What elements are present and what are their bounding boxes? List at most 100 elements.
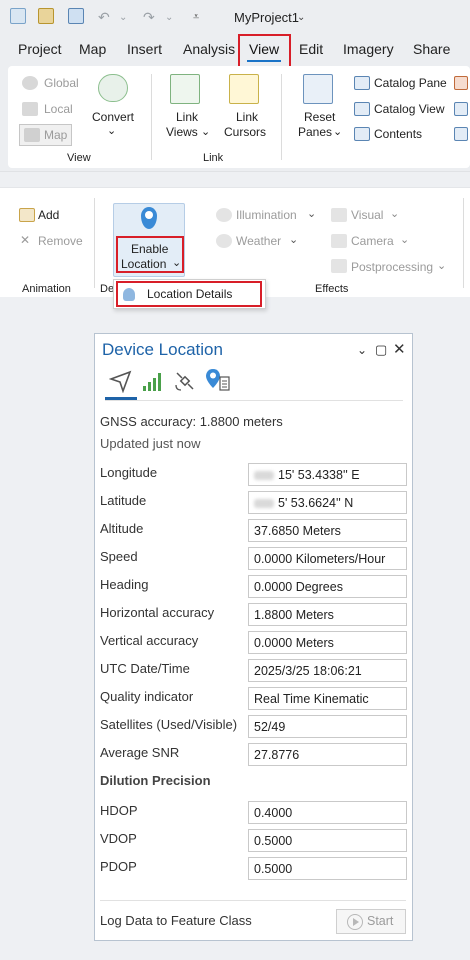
link-views-icon — [170, 74, 200, 104]
postprocessing-chevron-icon[interactable]: ⌄ — [437, 259, 446, 272]
vertical-accuracy-label: Vertical accuracy — [100, 633, 199, 648]
pdop-field[interactable]: 0.5000 — [248, 857, 407, 880]
heading-field[interactable]: 0.0000 Degrees — [248, 575, 407, 598]
link-cursors-label-2[interactable]: Cursors — [224, 125, 266, 139]
link-views-chevron-icon[interactable]: ⌄ — [201, 125, 210, 138]
camera-chevron-icon[interactable]: ⌄ — [400, 233, 409, 246]
reset-panes-label-2[interactable]: Panes — [298, 125, 332, 139]
hdop-label: HDOP — [100, 803, 138, 818]
contents-button[interactable]: Contents — [374, 127, 422, 141]
illumination-icon — [216, 208, 232, 222]
weather-button[interactable]: Weather — [236, 234, 281, 248]
horizontal-accuracy-label: Horizontal accuracy — [100, 605, 215, 620]
pdop-label: PDOP — [100, 859, 137, 874]
maximize-icon[interactable]: ▢ — [375, 342, 387, 358]
log-data-label: Log Data to Feature Class — [100, 913, 252, 928]
menu-edit[interactable]: Edit — [299, 41, 323, 57]
menu-map[interactable]: Map — [79, 41, 106, 57]
catalog-view-button[interactable]: Catalog View — [374, 102, 445, 116]
group-separator — [151, 74, 152, 160]
project-title-chevron-icon[interactable]: ⌄ — [297, 12, 305, 23]
customize-qat-icon[interactable]: ⩡ — [193, 11, 199, 24]
pane-options-chevron-icon[interactable]: ⌄ — [357, 343, 367, 357]
location-details-tab-icon[interactable] — [205, 367, 231, 393]
location-pin-dot-icon — [145, 211, 153, 219]
convert-button[interactable]: Convert — [92, 110, 134, 124]
postprocessing-button[interactable]: Postprocessing — [351, 260, 433, 274]
visual-icon — [331, 208, 347, 222]
horizontal-accuracy-field[interactable]: 1.8800 Meters — [248, 603, 407, 626]
view-tab-underline — [247, 60, 281, 62]
open-project-icon[interactable] — [38, 8, 54, 24]
utc-datetime-field[interactable]: 2025/3/25 18:06:21 — [248, 659, 407, 682]
global-button[interactable]: Global — [44, 76, 79, 90]
catalog-pane-button[interactable]: Catalog Pane — [374, 76, 447, 90]
toolbox-icon[interactable] — [454, 76, 468, 90]
menu-insert[interactable]: Insert — [127, 41, 162, 57]
reset-panes-label-1[interactable]: Reset — [304, 110, 335, 124]
speed-field[interactable]: 0.0000 Kilometers/Hour — [248, 547, 407, 570]
view-ribbon-screenshot: ↶ ⌄ ↷ ⌄ ⩡ MyProject1 ⌄ Project Map Inser… — [0, 0, 470, 172]
menu-share[interactable]: Share — [413, 41, 450, 57]
redo-dropdown-icon[interactable]: ⌄ — [165, 12, 173, 23]
weather-icon — [216, 234, 232, 248]
illumination-button[interactable]: Illumination — [236, 208, 297, 222]
close-icon[interactable]: ✕ — [393, 340, 406, 358]
project-title: MyProject1 — [234, 10, 300, 25]
globe-icon — [22, 76, 38, 90]
local-button[interactable]: Local — [44, 102, 73, 116]
link-group-title: Link — [203, 152, 224, 164]
map-button[interactable]: Map — [19, 124, 72, 146]
window-icon[interactable] — [454, 127, 468, 141]
add-button[interactable]: Add — [38, 208, 59, 222]
longitude-value: 15' 53.4338'' E — [278, 468, 360, 482]
latitude-label: Latitude — [100, 493, 147, 508]
link-cursors-label-1[interactable]: Link — [236, 110, 258, 124]
navigation-arrow-icon[interactable] — [109, 369, 133, 393]
altitude-field[interactable]: 37.6850 Meters — [248, 519, 407, 542]
latitude-field[interactable]: 5' 53.6624'' N — [248, 491, 407, 514]
link-views-label-2[interactable]: Views — [166, 125, 198, 139]
satellites-field[interactable]: 52/49 — [248, 715, 407, 738]
python-icon[interactable] — [454, 102, 468, 116]
visual-chevron-icon[interactable]: ⌄ — [390, 207, 399, 220]
vertical-accuracy-field[interactable]: 0.0000 Meters — [248, 631, 407, 654]
average-snr-field[interactable]: 27.8776 — [248, 743, 407, 766]
visual-button[interactable]: Visual — [351, 208, 383, 222]
undo-icon[interactable]: ↶ — [98, 9, 110, 26]
remove-button[interactable]: Remove — [38, 234, 83, 248]
vdop-field[interactable]: 0.5000 — [248, 829, 407, 852]
reset-panes-chevron-icon[interactable]: ⌄ — [333, 125, 342, 138]
reset-panes-icon — [303, 74, 333, 104]
illumination-chevron-icon[interactable]: ⌄ — [307, 207, 316, 220]
enable-location-highlight — [116, 236, 184, 273]
redacted-value — [254, 471, 274, 481]
location-details-highlight — [116, 281, 262, 307]
satellite-icon[interactable] — [173, 369, 197, 393]
menu-analysis[interactable]: Analysis — [183, 41, 235, 57]
undo-dropdown-icon[interactable]: ⌄ — [119, 12, 127, 23]
camera-button[interactable]: Camera — [351, 234, 394, 248]
quality-indicator-field[interactable]: Real Time Kinematic — [248, 687, 407, 710]
tab-divider — [105, 400, 403, 401]
contents-icon — [354, 127, 370, 141]
longitude-field[interactable]: 15' 53.4338'' E — [248, 463, 407, 486]
redo-icon[interactable]: ↷ — [143, 9, 155, 26]
updated-status: Updated just now — [100, 436, 201, 451]
link-views-label-1[interactable]: Link — [176, 110, 198, 124]
menu-imagery[interactable]: Imagery — [343, 41, 394, 57]
menu-project[interactable]: Project — [18, 41, 62, 57]
menu-bar: Project Map Insert Analysis View Edit Im… — [0, 34, 470, 64]
quality-indicator-label: Quality indicator — [100, 689, 194, 704]
convert-icon — [98, 74, 128, 102]
catalog-pane-icon — [354, 76, 370, 90]
weather-chevron-icon[interactable]: ⌄ — [289, 233, 298, 246]
hdop-field[interactable]: 0.4000 — [248, 801, 407, 824]
new-project-icon[interactable] — [10, 8, 26, 24]
postprocessing-icon — [331, 259, 347, 273]
signal-strength-icon[interactable] — [141, 369, 165, 393]
start-button[interactable]: Start — [336, 909, 406, 934]
group-separator — [463, 198, 464, 288]
convert-chevron-icon[interactable]: ⌄ — [107, 124, 116, 137]
save-project-icon[interactable] — [68, 8, 84, 24]
